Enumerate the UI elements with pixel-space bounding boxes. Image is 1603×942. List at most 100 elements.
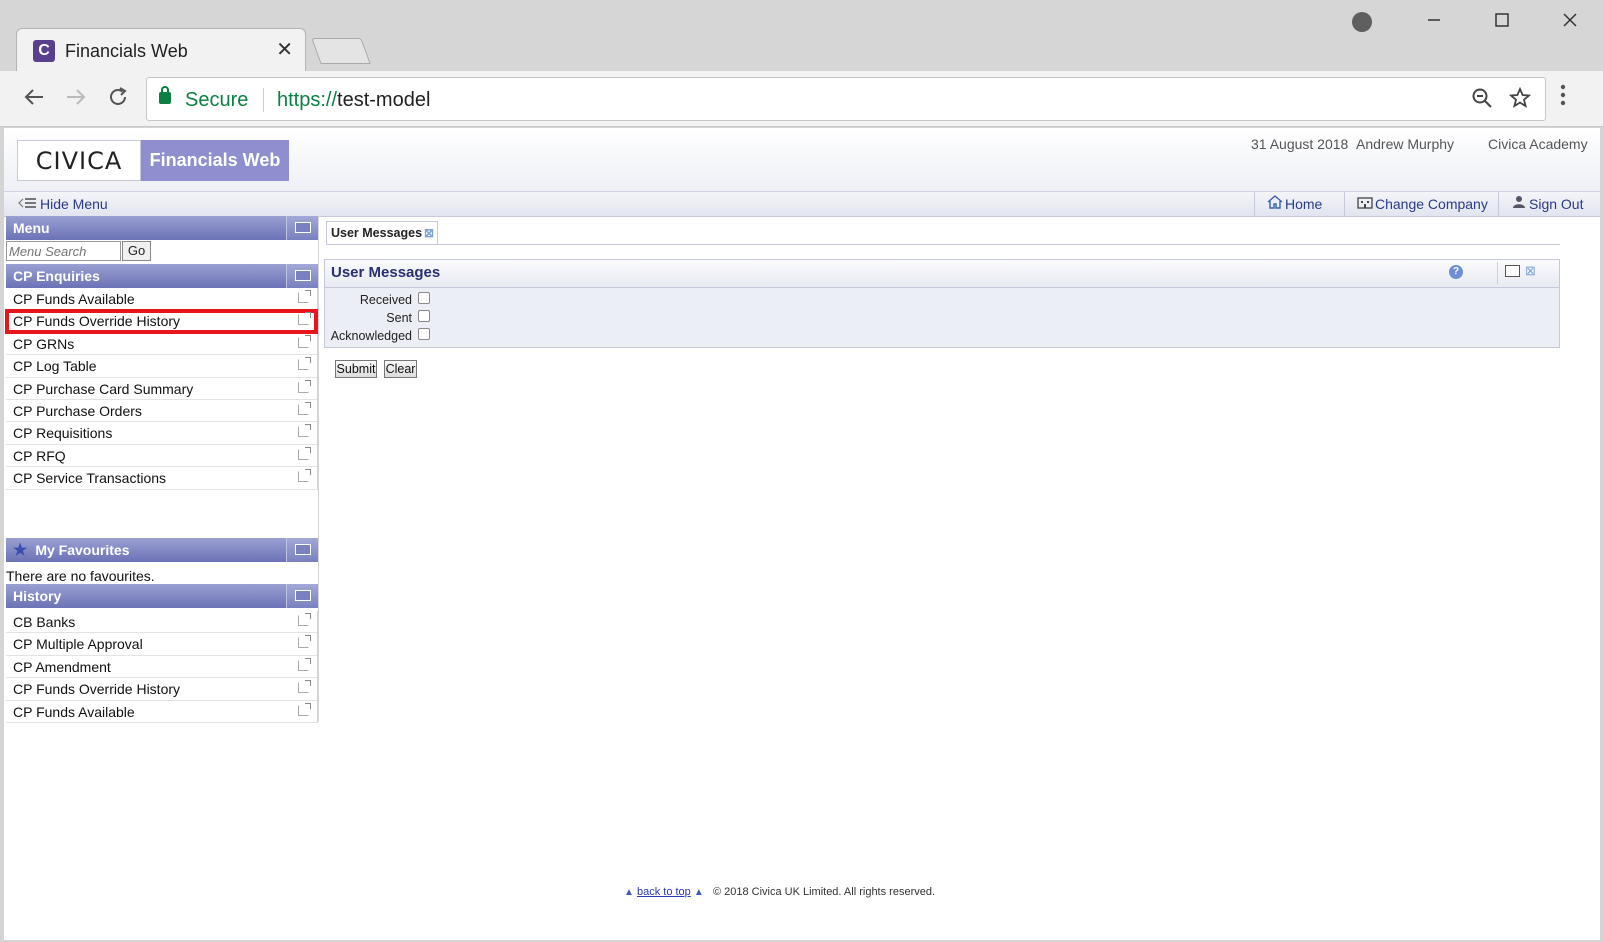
open-external-icon[interactable] [298,290,311,303]
hide-menu-button[interactable]: Hide Menu [18,196,108,212]
tab-user-messages-label: User Messages [331,226,423,240]
tab-user-messages[interactable]: User Messages ⊠ [326,221,438,245]
list-item[interactable]: CP Funds Available [6,288,317,311]
profile-icon[interactable] [1342,10,1382,38]
close-icon[interactable] [1550,10,1590,38]
list-item[interactable]: CP Requisitions [6,422,317,445]
checkbox-sent[interactable] [418,310,430,322]
list-item-label: CP Amendment [13,658,111,675]
history-title: History [13,588,62,604]
favourites-star-icon: ★ [13,542,28,559]
browser-titlebar: C Financials Web ✕ [0,0,1603,72]
url-text[interactable]: https://test-model [277,88,430,112]
civica-favicon-icon: C [33,40,55,62]
open-external-icon[interactable] [298,613,311,626]
back-arrow-icon[interactable] [16,81,52,117]
browser-tab-active[interactable]: C Financials Web ✕ [16,28,306,72]
home-link[interactable]: Home [1254,192,1344,217]
menu-panel-header: Menu [6,216,318,240]
menu-search-input[interactable] [6,241,121,261]
new-window-icon[interactable] [1505,265,1520,277]
list-item[interactable]: CP Amendment [6,656,317,679]
list-item[interactable]: CB Banks [6,611,317,634]
forward-arrow-icon[interactable] [58,81,94,117]
tab-close-icon[interactable]: ✕ [276,39,293,61]
star-icon[interactable] [1508,86,1532,114]
favourites-toggle-button[interactable] [286,538,318,562]
list-item-label: CP Purchase Orders [13,402,142,419]
open-external-icon[interactable] [298,424,311,438]
list-item[interactable]: CP Service Transactions [6,467,317,490]
url-scheme: https:// [277,89,338,111]
list-item-label: CP Purchase Card Summary [13,380,194,397]
new-tab-button[interactable] [311,38,371,64]
field-label-acknowledged: Acknowledged [330,329,412,343]
list-item-label: CB Banks [13,614,76,630]
hide-menu-label: Hide Menu [40,196,108,212]
open-external-icon[interactable] [298,446,311,460]
secure-label: Secure [185,89,249,111]
sign-out-link[interactable]: Sign Out [1498,192,1600,217]
header-divider [1497,262,1498,284]
menu-panel-toggle-button[interactable] [286,216,318,240]
list-item-label: CP Funds Available [13,291,135,307]
address-bar[interactable]: Secure https://test-model [146,77,1546,121]
user-messages-form: Received Sent Acknowledged [325,288,1559,347]
lock-icon [159,86,171,104]
history-toggle-button[interactable] [286,584,318,608]
open-external-icon[interactable] [298,657,311,671]
change-company-link[interactable]: Change Company [1344,192,1498,217]
maximize-icon[interactable] [1482,10,1522,38]
hide-menu-icon [18,197,40,212]
history-list: CB Banks CP Multiple Approval CP Amendment… [6,611,318,723]
open-external-icon[interactable] [298,401,311,415]
window-icon [295,222,311,233]
list-item-label: CP RFQ [13,447,66,464]
open-external-icon[interactable] [298,702,311,716]
field-label-received: Received [359,293,412,307]
minimize-icon[interactable] [1414,10,1454,38]
list-item[interactable]: CP Purchase Orders [6,400,317,423]
tab-close-icon[interactable]: ⊠ [424,226,434,240]
list-item[interactable]: CP Funds Available [6,701,317,723]
page-footer: ▲ back to top ▲ © 2018 Civica UK Limited… [624,886,935,898]
header-organisation: Civica Academy [1488,136,1588,152]
up-arrow-icon: ▲ [693,887,704,898]
up-arrow-icon: ▲ [624,887,634,898]
open-external-icon[interactable] [298,357,311,371]
list-item[interactable]: CP Funds Override History [6,678,317,701]
list-item[interactable]: CP Log Table [6,355,317,378]
open-external-icon[interactable] [298,334,311,348]
submit-button[interactable]: Submit [335,360,377,378]
checkbox-received[interactable] [418,292,430,304]
list-item-label: CP Requisitions [13,425,113,442]
cp-enquiries-up-button[interactable] [286,264,318,288]
open-external-icon[interactable] [298,680,311,694]
home-label: Home [1285,196,1323,212]
open-external-icon[interactable] [298,469,311,483]
menu-search-go-button[interactable]: Go [122,241,151,261]
back-to-top-link[interactable]: back to top [637,886,691,898]
list-item[interactable]: CP Multiple Approval [6,633,317,656]
reload-icon[interactable] [100,81,136,117]
open-external-icon[interactable] [298,312,311,326]
list-item[interactable]: CP Purchase Card Summary [6,378,317,400]
no-favourites-text: There are no favourites. [6,568,155,584]
panel-close-icon[interactable]: ⊠ [1525,264,1536,278]
list-item[interactable]: CP GRNs [6,333,317,356]
checkbox-acknowledged[interactable] [418,328,430,340]
history-header: History [6,584,318,608]
clear-button[interactable]: Clear [384,360,417,378]
menu-dots-icon[interactable] [1560,83,1566,115]
help-icon[interactable]: ? [1449,265,1463,279]
app-header: CIVICA Financials Web 31 August 2018 And… [4,128,1600,192]
open-external-icon[interactable] [298,379,311,393]
window-icon [295,590,311,601]
app-menubar: Hide Menu Home Change Company Sign Out [4,192,1600,217]
list-item[interactable]: CP Funds Override History [5,309,318,334]
omnibox-divider [263,88,264,112]
list-item-label: CP GRNs [13,335,75,352]
open-external-icon[interactable] [298,635,311,649]
zoom-out-icon[interactable] [1471,87,1493,114]
list-item[interactable]: CP RFQ [6,445,317,468]
